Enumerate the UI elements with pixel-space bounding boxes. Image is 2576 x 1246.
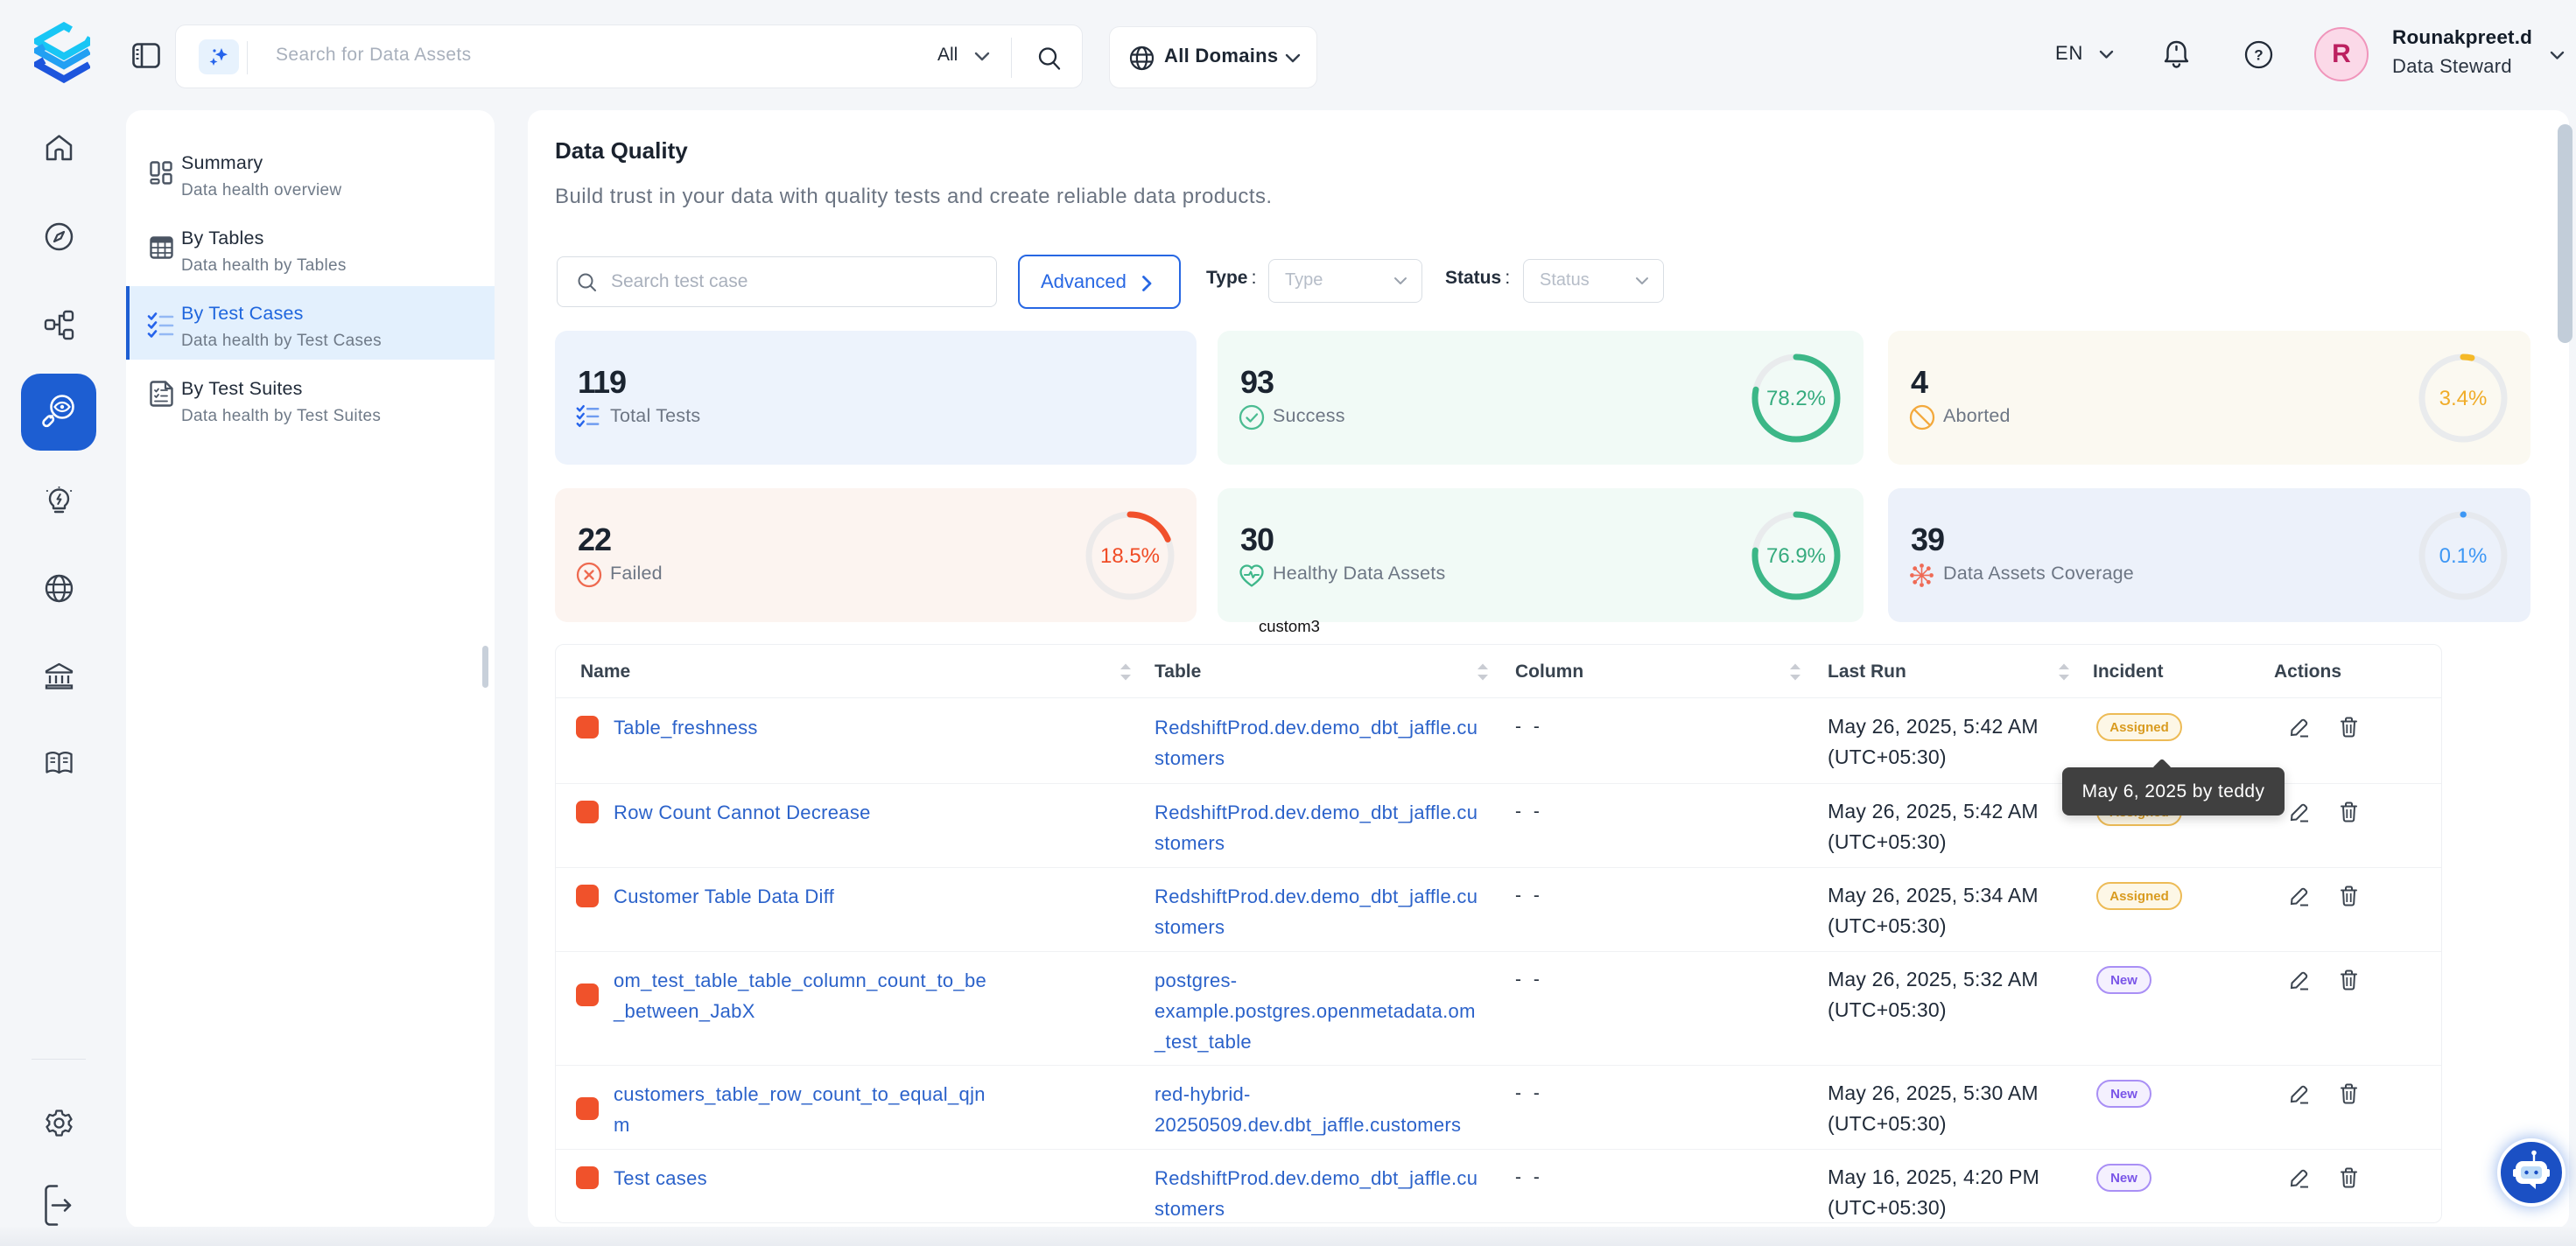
svg-text:3.4%: 3.4% — [2439, 387, 2488, 410]
svg-text:18.5%: 18.5% — [1100, 544, 1160, 568]
svg-text:0.1%: 0.1% — [2439, 544, 2488, 568]
svg-text:78.2%: 78.2% — [1766, 387, 1826, 410]
svg-text:76.9%: 76.9% — [1766, 544, 1826, 568]
svg-text:?: ? — [2254, 47, 2263, 64]
